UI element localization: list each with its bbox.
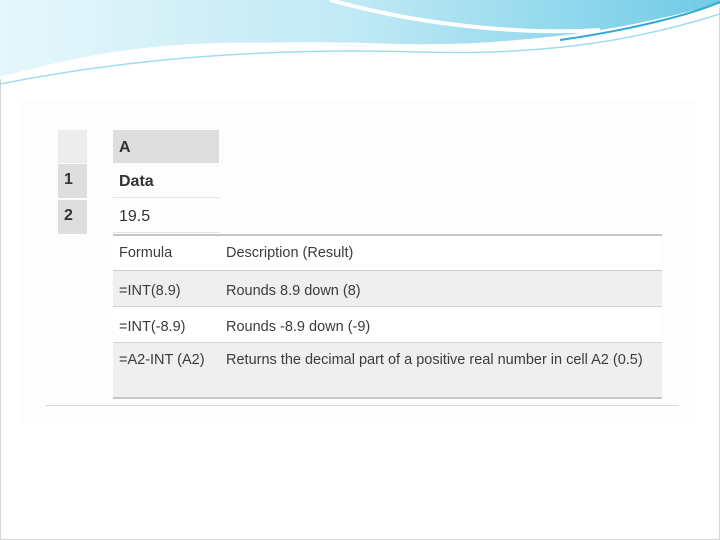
description-cell: Returns the decimal part of a positive r… [220,342,662,399]
column-header-a: A [113,130,219,163]
cell-a2: 19.5 [113,199,219,233]
row-header-1: 1 [58,164,87,198]
formula-cell: =INT(8.9) [113,270,220,307]
formula-cell: =INT(-8.9) [113,306,220,343]
row-header-2: 2 [58,200,87,234]
table-row: =INT(-8.9) Rounds -8.9 down (-9) [113,306,662,343]
formula-table-header-row: Formula Description (Result) [113,234,662,271]
description-column-header: Description (Result) [220,234,662,271]
table-row: =A2-INT (A2) Returns the decimal part of… [113,342,662,399]
description-cell: Rounds 8.9 down (8) [220,270,662,307]
bottom-divider [46,405,679,406]
formula-table: Formula Description (Result) =INT(8.9) R… [113,234,662,399]
description-cell: Rounds -8.9 down (-9) [220,306,662,343]
formula-column-header: Formula [113,234,220,271]
table-row: =INT(8.9) Rounds 8.9 down (8) [113,270,662,307]
header-wave-decoration [0,0,720,85]
cell-a1: Data [113,164,219,198]
formula-cell: =A2-INT (A2) [113,342,220,399]
corner-cell [58,130,87,163]
